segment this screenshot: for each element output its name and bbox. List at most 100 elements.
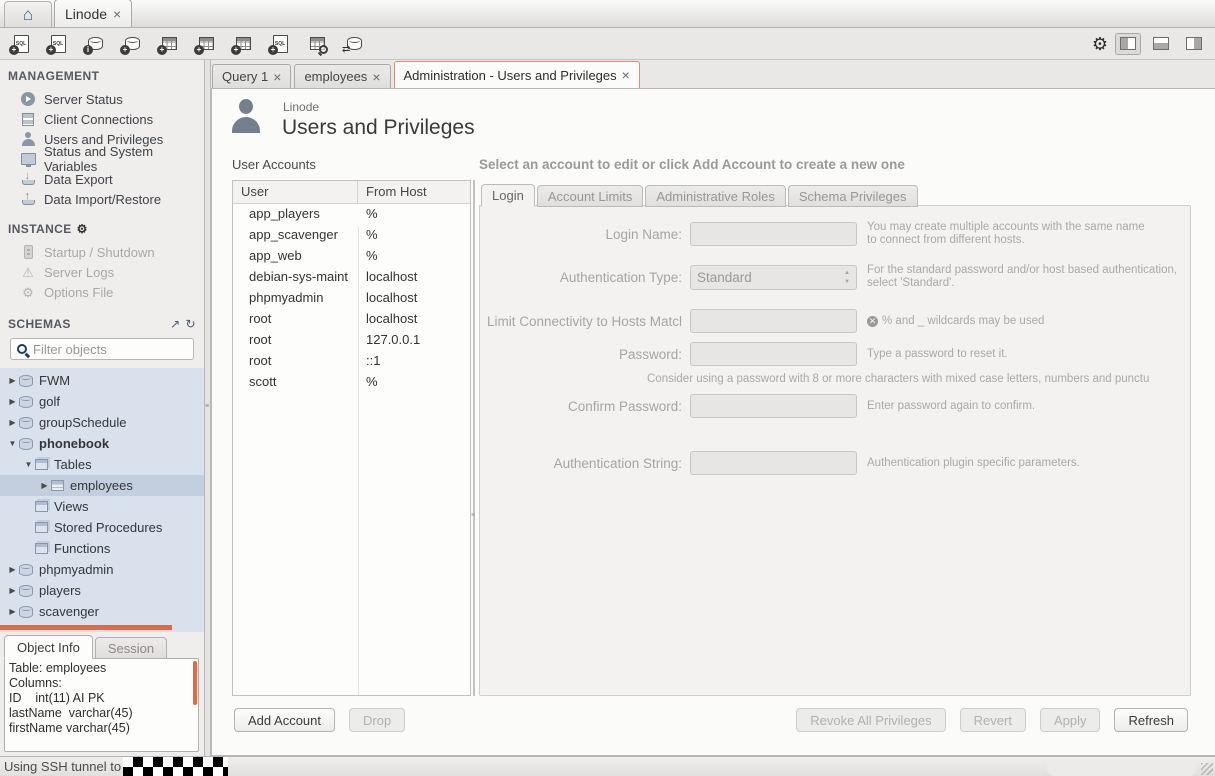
confirm-password-input[interactable] bbox=[690, 394, 857, 418]
revoke-all-privileges-button[interactable]: Revoke All Privileges bbox=[796, 708, 945, 732]
sidebar-main-splitter[interactable]: ≡ bbox=[204, 60, 211, 756]
preferences-gear-icon[interactable]: ⚙ bbox=[1092, 35, 1108, 53]
drop-button[interactable]: Drop bbox=[349, 708, 405, 732]
tree-item-players[interactable]: ▶players bbox=[0, 580, 204, 601]
sidebar-item-server-status[interactable]: Server Status bbox=[0, 89, 204, 109]
tree-item-golf[interactable]: ▶golf bbox=[0, 391, 204, 412]
close-icon[interactable]: × bbox=[113, 7, 121, 21]
new-query-tab-icon[interactable]: SQL+ bbox=[8, 32, 34, 56]
apply-button[interactable]: Apply bbox=[1040, 708, 1101, 732]
schema-filter-input[interactable]: Filter objects bbox=[10, 338, 194, 360]
close-icon[interactable]: × bbox=[273, 70, 281, 84]
account-row[interactable]: rootlocalhost bbox=[233, 309, 470, 330]
user-accounts-list: User From Host app_players%app_scavenger… bbox=[232, 180, 471, 696]
tab-employees[interactable]: employees× bbox=[294, 64, 390, 88]
close-icon[interactable]: × bbox=[622, 68, 630, 82]
tree-item-phpmyadmin[interactable]: ▶phpmyadmin bbox=[0, 559, 204, 580]
tree-item-tables[interactable]: ▼Tables bbox=[0, 454, 204, 475]
tree-item-phonebook[interactable]: ▼phonebook bbox=[0, 433, 204, 454]
editor-tab-login[interactable]: Login bbox=[481, 184, 535, 207]
window-resize-grip[interactable] bbox=[1201, 763, 1213, 775]
home-icon: ⌂ bbox=[23, 6, 33, 23]
tab-object-info[interactable]: Object Info bbox=[4, 635, 93, 659]
refresh-button[interactable]: Refresh bbox=[1114, 708, 1188, 732]
login-name-hint: You may create multiple accounts with th… bbox=[867, 221, 1145, 247]
tree-item-stored-procedures[interactable]: Stored Procedures bbox=[0, 517, 204, 538]
tree-item-groupschedule[interactable]: ▶groupSchedule bbox=[0, 412, 204, 433]
account-row[interactable]: app_web% bbox=[233, 246, 470, 267]
sidebar-item-item-label: Startup / Shutdown bbox=[44, 245, 155, 260]
client-connections-icon bbox=[20, 113, 36, 126]
tab-administration-users-and-privileges[interactable]: Administration - Users and Privileges× bbox=[394, 61, 640, 88]
system-variables-icon bbox=[21, 153, 36, 165]
sidebar-item-item-label: Options File bbox=[44, 285, 113, 300]
expander-icon[interactable]: ▶ bbox=[38, 481, 51, 490]
account-row[interactable]: debian-sys-maintlocalhost bbox=[233, 267, 470, 288]
account-row[interactable]: app_players% bbox=[233, 204, 470, 225]
tree-item-views[interactable]: Views bbox=[0, 496, 204, 517]
editor-tab-account-limits[interactable]: Account Limits bbox=[537, 185, 644, 207]
sidebar-item-status-and-system-variables[interactable]: Status and System Variables bbox=[0, 149, 204, 169]
toggle-secondary-sidebar-button[interactable] bbox=[1181, 33, 1207, 55]
inspect-database-icon[interactable]: i bbox=[82, 32, 108, 56]
sidebar-splitter[interactable]: ▪▪▪ bbox=[0, 624, 204, 632]
schema-icon bbox=[19, 396, 33, 408]
create-table-icon[interactable]: + bbox=[156, 32, 182, 56]
login-name-input[interactable] bbox=[690, 222, 857, 246]
expander-icon[interactable]: ▶ bbox=[6, 565, 19, 574]
toggle-output-panel-button[interactable] bbox=[1148, 33, 1174, 55]
schema-icon bbox=[19, 585, 33, 597]
expand-schemas-icon[interactable]: ↗ bbox=[170, 317, 180, 331]
column-header-user[interactable]: User bbox=[233, 181, 358, 203]
expander-icon[interactable]: ▼ bbox=[22, 460, 35, 469]
expander-icon[interactable]: ▶ bbox=[6, 607, 19, 616]
tree-item-functions[interactable]: Functions bbox=[0, 538, 204, 559]
account-row[interactable]: root::1 bbox=[233, 351, 470, 372]
expander-icon[interactable]: ▶ bbox=[6, 376, 19, 385]
reconnect-database-icon[interactable]: ⇄ bbox=[341, 32, 367, 56]
tree-item-fwm[interactable]: ▶FWM bbox=[0, 370, 204, 391]
object-info-scrollbar[interactable] bbox=[193, 661, 197, 705]
open-sql-script-icon[interactable]: SQL+ bbox=[45, 32, 71, 56]
accounts-editor-splitter[interactable]: ≡ bbox=[471, 180, 479, 696]
limit-hosts-input[interactable] bbox=[690, 309, 857, 333]
create-function-icon[interactable]: SQL+ bbox=[267, 32, 293, 56]
expander-icon[interactable]: ▼ bbox=[6, 439, 19, 448]
tree-item-scavenger[interactable]: ▶scavenger bbox=[0, 601, 204, 622]
tree-item-employees[interactable]: ▶employees bbox=[0, 475, 204, 496]
splitter-grip: ≡ bbox=[205, 405, 209, 408]
password-input[interactable] bbox=[690, 342, 857, 366]
expander-icon[interactable]: ▶ bbox=[6, 397, 19, 406]
home-tab[interactable]: ⌂ bbox=[4, 1, 52, 27]
create-schema-icon[interactable]: + bbox=[119, 32, 145, 56]
toggle-sidebar-button[interactable] bbox=[1115, 33, 1141, 55]
add-account-button[interactable]: Add Account bbox=[234, 708, 335, 732]
auth-string-input[interactable] bbox=[690, 451, 857, 475]
connection-tab[interactable]: Linode × bbox=[54, 0, 132, 27]
schema-icon bbox=[19, 438, 33, 450]
create-procedure-icon[interactable]: + bbox=[230, 32, 256, 56]
create-view-icon[interactable]: + bbox=[193, 32, 219, 56]
object-info-line: Columns: bbox=[9, 676, 188, 691]
sidebar-item-data-import-restore[interactable]: Data Import/Restore bbox=[0, 189, 204, 209]
expander-icon[interactable]: ▶ bbox=[6, 586, 19, 595]
account-row[interactable]: root127.0.0.1 bbox=[233, 330, 470, 351]
schema-icon bbox=[19, 585, 33, 597]
refresh-schemas-icon[interactable]: ↻ bbox=[186, 317, 196, 331]
account-row[interactable]: scott% bbox=[233, 372, 470, 393]
account-row[interactable]: app_scavenger% bbox=[233, 225, 470, 246]
schema-tree: ▶FWM▶golf▶groupSchedule▼phonebook▼Tables… bbox=[0, 368, 204, 624]
close-icon[interactable]: × bbox=[372, 70, 380, 84]
spinner-arrows-icon[interactable]: ▲▼ bbox=[844, 269, 850, 287]
editor-tab-schema-privileges[interactable]: Schema Privileges bbox=[788, 185, 918, 207]
account-row[interactable]: phpmyadminlocalhost bbox=[233, 288, 470, 309]
tab-query-1[interactable]: Query 1× bbox=[212, 64, 291, 88]
revert-button[interactable]: Revert bbox=[960, 708, 1026, 732]
editor-tab-administrative-roles[interactable]: Administrative Roles bbox=[645, 185, 786, 207]
auth-type-select[interactable]: Standard▲▼ bbox=[690, 265, 857, 290]
column-header-from-host[interactable]: From Host bbox=[358, 181, 470, 203]
sidebar-item-client-connections[interactable]: Client Connections bbox=[0, 109, 204, 129]
tab-session[interactable]: Session bbox=[95, 637, 167, 659]
expander-icon[interactable]: ▶ bbox=[6, 418, 19, 427]
search-table-data-icon[interactable] bbox=[304, 32, 330, 56]
